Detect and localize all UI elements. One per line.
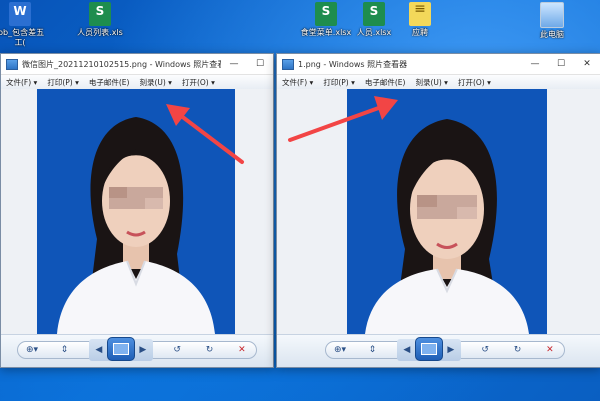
actual-size-icon[interactable]: ⇕ <box>56 342 72 358</box>
maximize-button[interactable]: ☐ <box>247 54 273 74</box>
menu-bar: 文件(F) ▾ 打印(P) ▾ 电子邮件(E) 刻录(U) ▾ 打开(O) ▾ <box>1 75 273 90</box>
toolbar-controls: ⊕▾ ⇕ ◀ ▶ ↺ ↻ ✕ <box>17 337 257 361</box>
menu-email[interactable]: 电子邮件(E) <box>360 77 411 88</box>
minimize-button[interactable]: — <box>522 54 548 74</box>
menu-print[interactable]: 打印(P) ▾ <box>318 77 360 88</box>
desktop-icon-canteen-menu[interactable]: 食堂菜单.xlsx <box>300 2 352 38</box>
menu-open[interactable]: 打开(O) ▾ <box>453 77 496 88</box>
desktop: job_包含差五工( 人员列表.xls 食堂菜单.xlsx 人员.xlsx 应聘… <box>0 0 600 401</box>
word-file-icon <box>9 2 31 26</box>
desktop-icon-personnel[interactable]: 人员.xlsx <box>348 2 400 38</box>
next-button[interactable]: ▶ <box>443 342 459 358</box>
slideshow-icon <box>112 343 129 355</box>
excel-file-icon <box>363 2 385 26</box>
slideshow-icon <box>420 343 437 355</box>
menu-print[interactable]: 打印(P) ▾ <box>42 77 84 88</box>
zoom-icon[interactable]: ⊕▾ <box>332 342 348 358</box>
toolbar-controls: ⊕▾ ⇕ ◀ ▶ ↺ ↻ ✕ <box>325 337 565 361</box>
photo-viewer-app-icon <box>6 58 18 70</box>
close-button[interactable]: ✕ <box>574 54 600 74</box>
menu-burn[interactable]: 刻录(U) ▾ <box>410 77 453 88</box>
viewer-toolbar: ⊕▾ ⇕ ◀ ▶ ↺ ↻ ✕ <box>1 334 273 367</box>
desktop-icon-label: 应聘 <box>412 28 428 37</box>
next-button[interactable]: ▶ <box>135 342 151 358</box>
slideshow-button[interactable] <box>414 337 443 361</box>
desktop-icon-job-doc[interactable]: job_包含差五工( <box>0 2 46 48</box>
annotation-arrow-left <box>166 104 244 164</box>
window-title: 微信图片_20211210102515.png - Windows 照片查看..… <box>22 59 221 69</box>
navigation-group: ◀ ▶ <box>396 337 461 361</box>
computer-icon <box>540 2 564 28</box>
desktop-icon-label: 人员.xlsx <box>356 28 392 37</box>
delete-icon[interactable]: ✕ <box>542 342 558 358</box>
desktop-icon-label: 此电脑 <box>540 30 564 39</box>
menu-open[interactable]: 打开(O) ▾ <box>177 77 220 88</box>
excel-file-icon <box>89 2 111 26</box>
title-bar[interactable]: 微信图片_20211210102515.png - Windows 照片查看..… <box>1 54 273 75</box>
rotate-right-icon[interactable]: ↻ <box>202 342 218 358</box>
maximize-button[interactable]: ☐ <box>548 54 574 74</box>
rotate-left-icon[interactable]: ↺ <box>477 342 493 358</box>
menu-burn[interactable]: 刻录(U) ▾ <box>134 77 177 88</box>
navigation-group: ◀ ▶ <box>88 337 153 361</box>
delete-icon[interactable]: ✕ <box>234 342 250 358</box>
desktop-icon-application[interactable]: 应聘 <box>394 2 446 38</box>
zoom-icon[interactable]: ⊕▾ <box>24 342 40 358</box>
menu-file[interactable]: 文件(F) ▾ <box>1 77 42 88</box>
previous-button[interactable]: ◀ <box>91 342 107 358</box>
annotation-arrow-right <box>288 96 398 142</box>
desktop-icon-label: 人员列表.xls <box>77 28 123 37</box>
notepad-file-icon <box>409 2 431 26</box>
desktop-icon-label: 食堂菜单.xlsx <box>300 28 352 37</box>
photo-viewer-app-icon <box>282 58 294 70</box>
previous-button[interactable]: ◀ <box>399 342 415 358</box>
viewer-toolbar: ⊕▾ ⇕ ◀ ▶ ↺ ↻ ✕ <box>277 334 600 367</box>
window-title: 1.png - Windows 照片查看器 <box>298 59 408 69</box>
menu-bar: 文件(F) ▾ 打印(P) ▾ 电子邮件(E) 刻录(U) ▾ 打开(O) ▾ <box>277 75 600 90</box>
desktop-icon-label: job_包含差五工( <box>0 28 45 47</box>
rotate-right-icon[interactable]: ↻ <box>510 342 526 358</box>
menu-file[interactable]: 文件(F) ▾ <box>277 77 318 88</box>
slideshow-button[interactable] <box>106 337 135 361</box>
menu-email[interactable]: 电子邮件(E) <box>84 77 135 88</box>
excel-file-icon <box>315 2 337 26</box>
desktop-icon-this-pc[interactable]: 此电脑 <box>526 2 578 40</box>
minimize-button[interactable]: — <box>221 54 247 74</box>
actual-size-icon[interactable]: ⇕ <box>364 342 380 358</box>
desktop-icon-personnel-list[interactable]: 人员列表.xls <box>74 2 126 38</box>
rotate-left-icon[interactable]: ↺ <box>169 342 185 358</box>
title-bar[interactable]: 1.png - Windows 照片查看器 — ☐ ✕ <box>277 54 600 75</box>
